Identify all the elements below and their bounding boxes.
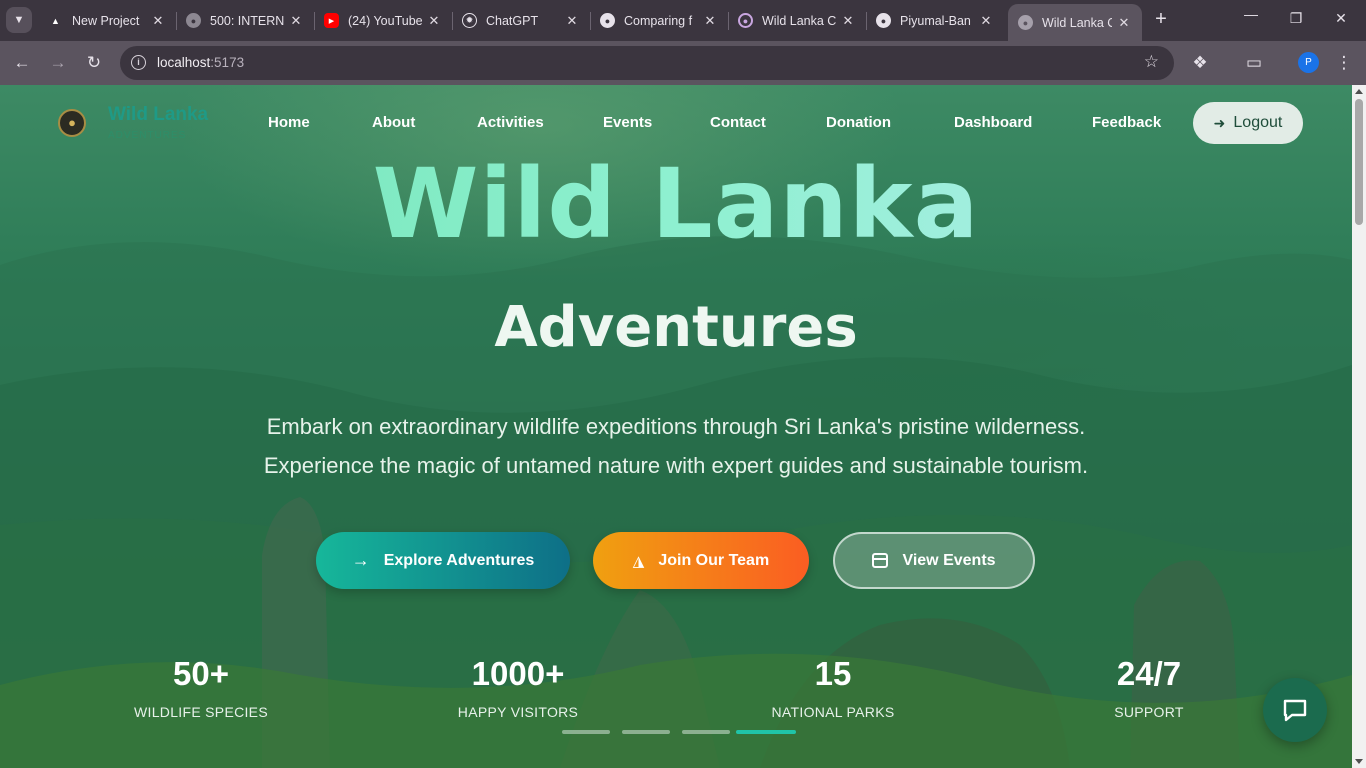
browser-tab-5[interactable]: ● Comparing f ✕ (590, 5, 728, 36)
stat-parks-label: NATIONAL PARKS (771, 704, 895, 720)
events-label: View Events (902, 551, 996, 569)
triangle-icon: ▲ (51, 15, 60, 26)
url-text: localhost:5173 (157, 55, 244, 70)
close-icon[interactable]: ✕ (426, 13, 442, 29)
nav-donation[interactable]: Donation (826, 114, 891, 131)
carousel-dot-4[interactable] (736, 730, 796, 734)
page-scrollbar[interactable] (1352, 85, 1366, 768)
chat-button[interactable] (1263, 678, 1327, 742)
logout-icon: ➜ (1213, 114, 1226, 131)
carousel-dot-3[interactable] (682, 730, 730, 734)
nav-activities[interactable]: Activities (477, 114, 544, 131)
tab-title: (24) YouTube (348, 13, 422, 28)
chat-bubble-icon (1283, 699, 1307, 722)
scroll-thumb[interactable] (1355, 99, 1363, 225)
stat-species-label: WILDLIFE SPECIES (134, 704, 268, 720)
arrow-right-icon: → (351, 550, 370, 570)
tab-search-button[interactable]: ▼ (6, 7, 32, 33)
nav-home[interactable]: Home (268, 114, 310, 131)
window-close-icon[interactable]: ✕ (1331, 10, 1351, 27)
site-info-icon[interactable]: i (131, 55, 146, 70)
scroll-down-arrow[interactable] (1355, 759, 1363, 764)
carousel-dot-2[interactable] (622, 730, 670, 734)
back-icon[interactable]: ← (11, 52, 33, 74)
explore-adventures-button[interactable]: → Explore Adventures (316, 532, 570, 589)
minimize-icon[interactable]: — (1241, 6, 1261, 22)
github-icon: ● (876, 13, 891, 28)
hero-title: Wild Lanka (0, 148, 1352, 260)
hero-description-line1: Embark on extraordinary wildlife expedit… (266, 414, 1086, 439)
hero-subtitle: Adventures (494, 295, 858, 360)
stat-visitors-label: HAPPY VISITORS (457, 704, 579, 720)
nav-dashboard[interactable]: Dashboard (954, 114, 1032, 131)
close-icon[interactable]: ✕ (702, 13, 718, 29)
stat-parks-value: 15 (814, 655, 852, 692)
hero-description: Embark on extraordinary wildlife expedit… (0, 407, 1352, 485)
address-bar[interactable]: i localhost:5173 ☆ (120, 46, 1174, 80)
tab-title: New Project (72, 13, 140, 28)
browser-tab-7[interactable]: ● Piyumal-Ban ✕ (866, 5, 1004, 36)
forward-icon[interactable]: → (47, 52, 69, 74)
browser-toolbar: ← → ↻ i localhost:5173 ☆ ❖ ▭ P ⋮ (0, 41, 1366, 85)
browser-tab-4[interactable]: ✹ ChatGPT ✕ (452, 5, 590, 36)
nav-contact[interactable]: Contact (710, 114, 766, 131)
lion-logo-icon[interactable]: ● (58, 109, 86, 137)
stat-species-value: 50+ (173, 655, 229, 692)
browser-tab-1[interactable]: ▲ New Project ✕ (38, 5, 176, 36)
url-host: localhost (157, 55, 211, 70)
stat-support-value: 24/7 (1116, 655, 1182, 692)
browser-tab-2[interactable]: ● 500: INTERN ✕ (176, 5, 314, 36)
extensions-icon[interactable]: ❖ (1189, 52, 1211, 74)
stat-support-label: SUPPORT (1114, 704, 1184, 720)
join-team-button[interactable]: ◮ Join Our Team (593, 532, 809, 589)
close-icon[interactable]: ✕ (564, 13, 580, 29)
scroll-up-arrow[interactable] (1355, 89, 1363, 94)
brand-subtitle: ADVENTURES (108, 130, 187, 141)
tab-title: Wild Lanka C (1042, 15, 1112, 30)
profile-avatar[interactable]: P (1298, 52, 1319, 73)
stat-visitors-value: 1000+ (471, 655, 565, 692)
carousel-dot-1[interactable] (562, 730, 610, 734)
bell-icon: ◮ (632, 552, 645, 570)
new-tab-button[interactable]: + (1150, 9, 1172, 31)
join-label: Join Our Team (658, 551, 770, 569)
explore-label: Explore Adventures (383, 551, 535, 569)
view-events-button[interactable]: View Events (833, 532, 1035, 589)
browser-tabstrip: ▼ ▲ New Project ✕ ● 500: INTERN ✕ ▶ (24)… (0, 0, 1366, 41)
tab-title: ChatGPT (486, 13, 539, 28)
app-icon: ● (738, 13, 753, 28)
tab-title: 500: INTERN (210, 13, 284, 28)
close-icon[interactable]: ✕ (1116, 15, 1132, 31)
browser-tab-active[interactable]: ● Wild Lanka C ✕ (1008, 4, 1142, 41)
logout-label: Logout (1233, 114, 1283, 131)
logout-button[interactable]: ➜ Logout (1193, 102, 1303, 144)
tab-title: Comparing f (624, 13, 693, 28)
globe-icon: ● (186, 13, 201, 28)
close-icon[interactable]: ✕ (288, 13, 304, 29)
youtube-icon: ▶ (324, 13, 339, 28)
brand-name[interactable]: Wild Lanka (108, 104, 208, 126)
close-icon[interactable]: ✕ (978, 13, 994, 29)
tab-title: Wild Lanka C (762, 13, 836, 28)
nav-events[interactable]: Events (603, 114, 652, 131)
nav-feedback[interactable]: Feedback (1092, 114, 1161, 131)
browser-tab-6[interactable]: ● Wild Lanka C ✕ (728, 5, 866, 36)
more-menu-icon[interactable]: ⋮ (1333, 52, 1355, 74)
sidepanel-icon[interactable]: ▭ (1243, 52, 1265, 74)
reload-icon[interactable]: ↻ (83, 52, 105, 74)
tab-title: Piyumal-Ban (900, 13, 971, 28)
page-viewport: ● Wild Lanka ADVENTURES Home About Activ… (0, 85, 1352, 768)
hero-description-line2: Experience the magic of untamed nature w… (263, 453, 1089, 478)
bookmark-star-icon[interactable]: ☆ (1144, 52, 1159, 72)
nav-about[interactable]: About (372, 114, 415, 131)
globe-icon: ● (1018, 15, 1033, 30)
close-icon[interactable]: ✕ (840, 13, 856, 29)
github-icon: ● (600, 13, 615, 28)
browser-tab-3[interactable]: ▶ (24) YouTube ✕ (314, 5, 452, 36)
restore-icon[interactable]: ❐ (1286, 10, 1306, 27)
openai-icon: ✹ (462, 13, 477, 28)
url-port: :5173 (210, 55, 245, 70)
calendar-icon (872, 553, 889, 568)
close-icon[interactable]: ✕ (150, 13, 166, 29)
